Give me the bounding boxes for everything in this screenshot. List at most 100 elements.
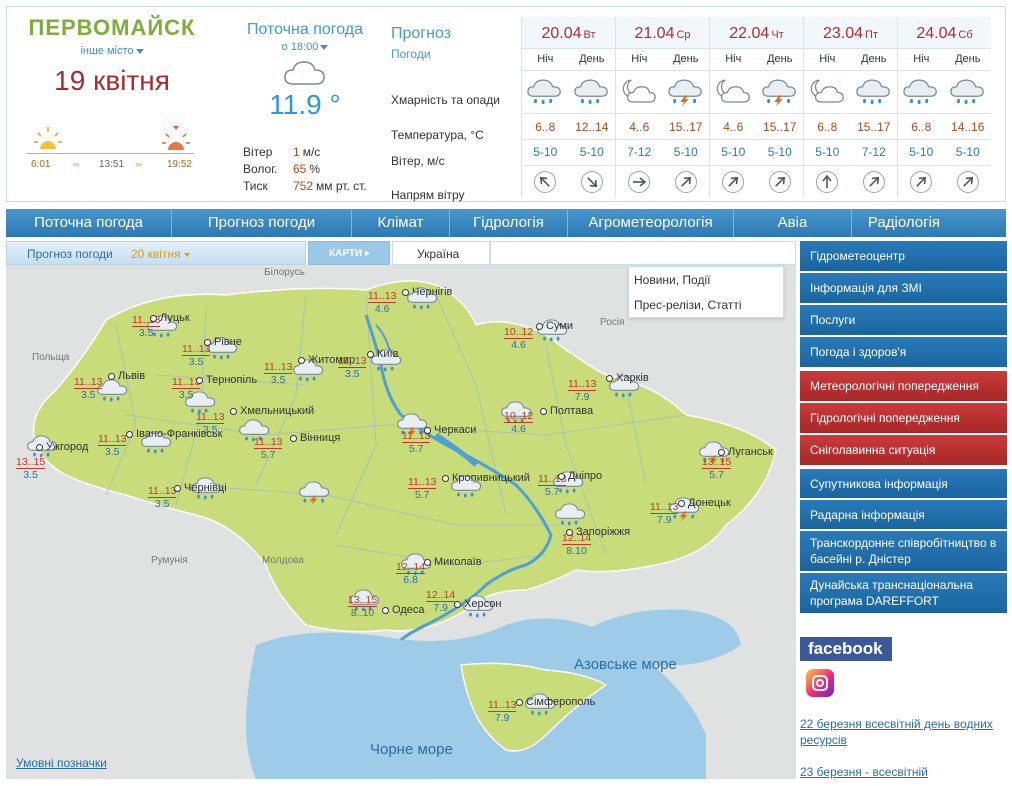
- sidebar-item-8[interactable]: Супутникова інформація: [800, 469, 1007, 498]
- chevron-down-icon: [183, 252, 190, 257]
- cloud-rain-icon: [903, 79, 938, 105]
- city-label[interactable]: Одеса: [382, 604, 424, 616]
- solar-noon-time: 13:51: [99, 159, 125, 170]
- part-label-day: День: [579, 53, 605, 65]
- city-night-temp: 3.5: [23, 469, 38, 481]
- city-label[interactable]: Рівне: [204, 336, 242, 348]
- forecast-day-header[interactable]: 20.04 Вт: [522, 17, 615, 49]
- menu-item-news[interactable]: Новини, Події: [629, 267, 783, 292]
- city-label[interactable]: Донецьк: [678, 497, 731, 509]
- city-label[interactable]: Суми: [536, 320, 573, 332]
- city-label[interactable]: Львів: [108, 370, 145, 382]
- city-marker-icon: [174, 484, 181, 492]
- forecast-grid: 20.04 Вт Ніч День 6..8 12..14 5-10 5-10 21.04 Ср Н…: [521, 17, 991, 197]
- sidebar-item-2[interactable]: Інформація для ЗМІ: [800, 273, 1007, 303]
- menu-item-press-releases[interactable]: Прес-релізи, Статті: [629, 292, 783, 317]
- city-marker-icon: [298, 356, 305, 364]
- sidebar-item-11[interactable]: Дунайська транснаціональна програма DARE…: [800, 573, 1007, 613]
- part-label-night: Ніч: [819, 53, 836, 65]
- sidebar-item-10[interactable]: Транскордонне співробітництво в басейні …: [800, 531, 1007, 571]
- forecast-date-dropdown[interactable]: 20 квітня: [131, 247, 190, 261]
- city-label[interactable]: Кропивницький: [442, 472, 530, 484]
- forecast-direction-row: [898, 165, 991, 199]
- sidebar-item-9[interactable]: Радарна інформація: [800, 500, 1007, 529]
- tab-forecast[interactable]: Прогноз погоди 20 квітня: [6, 241, 306, 265]
- city-label[interactable]: Запоріжжя: [566, 526, 630, 538]
- forecast-day-weekday: Чт: [771, 29, 784, 41]
- nav-item-2[interactable]: Прогноз погоди: [172, 209, 352, 237]
- nav-item-5[interactable]: Агрометеорологія: [568, 209, 734, 237]
- forecast-day-header[interactable]: 22.04 Чт: [710, 17, 803, 49]
- city-label[interactable]: Херсон: [454, 598, 501, 610]
- city-label[interactable]: Чернігів: [402, 286, 452, 298]
- city-marker-icon: [678, 499, 685, 507]
- forecast-wind-speed: 7-12: [850, 139, 897, 165]
- tab-maps-label: КАРТИ ▸: [329, 248, 370, 259]
- city-label[interactable]: Івано-Франківськ: [126, 428, 222, 440]
- nav-item-3[interactable]: Клімат: [352, 209, 450, 237]
- city-marker-icon: [606, 374, 613, 382]
- nav-item-6[interactable]: Авіа: [734, 209, 852, 237]
- forecast-wind-speed: 5-10: [568, 139, 615, 165]
- city-night-temp: 5.7: [544, 486, 560, 498]
- forecast-day-header[interactable]: 21.04 Ср: [616, 17, 709, 49]
- legend-link[interactable]: Умовні позначки: [16, 756, 107, 770]
- sidebar-item-6[interactable]: Гідрологічні попередження: [800, 403, 1007, 433]
- sidebar-item-7[interactable]: Сніголавинна ситуація: [800, 435, 1007, 465]
- city-label[interactable]: Вінниця: [290, 432, 340, 444]
- city-label[interactable]: Харків: [606, 372, 649, 384]
- city-day-temp: 12..14: [396, 561, 426, 574]
- city-label[interactable]: Тернопіль: [196, 374, 257, 386]
- city-temperature: 11..13 3.5: [98, 433, 127, 459]
- city-temperature: 12..14 6.8: [396, 561, 426, 587]
- nav-item-4[interactable]: Гідрологія: [450, 209, 568, 237]
- sidebar-item-5[interactable]: Метеорологічні попередження: [800, 371, 1007, 401]
- cloud-thunder-icon: [299, 481, 330, 506]
- forecast-day-header[interactable]: 24.04 Сб: [898, 17, 991, 49]
- city-label[interactable]: Київ: [367, 348, 398, 360]
- forecast-temperature: 4..6: [710, 113, 757, 139]
- forecast-map[interactable]: Білорусь Польща Росія Румунія Молдова Аз…: [6, 265, 796, 779]
- other-city-dropdown[interactable]: інше місто: [80, 45, 144, 57]
- city-label[interactable]: Сімферополь: [516, 696, 595, 708]
- forecast-wind-direction: [522, 165, 569, 199]
- city-day-temp: 11..13: [408, 476, 437, 489]
- nav-item-7[interactable]: Радіологія: [852, 209, 956, 237]
- forecast-day-column: 22.04 Чт Ніч День 4..6 15..17 5-10 5-10: [709, 17, 803, 197]
- wind-label: Вітер: [243, 145, 273, 159]
- city-marker-icon: [558, 472, 565, 480]
- city-label[interactable]: Дніпро: [558, 470, 602, 482]
- city-label[interactable]: Черкаси: [424, 424, 476, 436]
- current-time-dropdown[interactable]: о 18:00: [235, 41, 375, 53]
- instagram-icon[interactable]: [806, 669, 834, 697]
- city-label[interactable]: Житомир: [298, 354, 355, 366]
- city-label[interactable]: Хмельницький: [230, 405, 314, 417]
- forecast-direction-row: [616, 165, 709, 199]
- sidebar-item-1[interactable]: Гідрометеоцентр: [800, 241, 1007, 271]
- city-label[interactable]: Миколаїв: [424, 556, 482, 568]
- pressure-label: Тиск: [243, 179, 268, 193]
- forecast-wind-direction: [804, 165, 851, 199]
- part-label-day: День: [955, 53, 981, 65]
- facebook-button[interactable]: facebook: [800, 637, 892, 661]
- news-link-march-23[interactable]: 23 березня - всесвітній: [800, 764, 1010, 780]
- sidebar-menu: Гідрометеоцентр Інформація для ЗМІ Послуги…: [800, 241, 1007, 615]
- forecast-day-header[interactable]: 23.04 Пт: [804, 17, 897, 49]
- cloud-rain-icon: [555, 503, 586, 526]
- city-label[interactable]: Луцьк: [150, 312, 190, 324]
- city-label[interactable]: Луганськ: [718, 446, 773, 458]
- city-label[interactable]: Полтава: [540, 405, 593, 417]
- tab-ukraine[interactable]: Україна: [392, 241, 490, 265]
- forecast-temperature: 15..17: [662, 113, 709, 139]
- weather-header-panel: ПЕРВОМАЙСК інше місто 19 квітня 6:01 ‹‹‹…: [6, 6, 1006, 202]
- tab-maps[interactable]: КАРТИ ▸: [308, 241, 390, 265]
- sidebar-item-3[interactable]: Послуги: [800, 305, 1007, 335]
- city-name: ПЕРВОМАЙСК: [28, 15, 196, 40]
- forecast-part-row: Ніч День: [616, 49, 709, 71]
- sidebar-item-4[interactable]: Погода і здоров'я: [800, 337, 1007, 367]
- city-label[interactable]: Чернівці: [174, 482, 227, 494]
- city-label[interactable]: Ужгород: [36, 441, 88, 453]
- forecast-day-column: 21.04 Ср Ніч День 4..6 15..17 7-12 5-10: [615, 17, 709, 197]
- news-link-water-day[interactable]: 22 березня всесвітній день водних ресурс…: [800, 716, 1010, 748]
- nav-item-1[interactable]: Поточна погода: [6, 209, 172, 237]
